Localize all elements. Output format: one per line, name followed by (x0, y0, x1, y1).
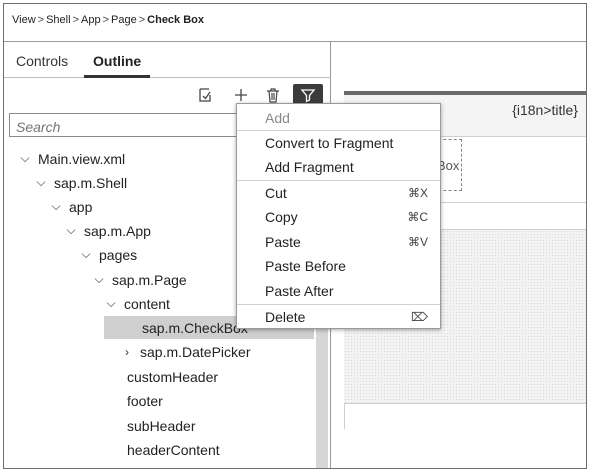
tree-node-label: content (124, 295, 170, 312)
menu-item-label: Convert to Fragment (265, 134, 394, 151)
tree-node-custom-header[interactable]: customHeader (127, 365, 218, 388)
tree-node-sap-m-app[interactable]: ⌵ sap.m.App (64, 219, 151, 242)
menu-item-label: Add (265, 109, 290, 126)
context-menu: Add Convert to Fragment Add Fragment Cut… (236, 103, 441, 329)
tree-node-datepicker[interactable]: › sap.m.DatePicker (120, 340, 250, 363)
tree-node-label: sap.m.Shell (54, 174, 128, 191)
chevron-down-icon[interactable]: ⌵ (79, 247, 93, 262)
chevron-down-icon[interactable]: ⌵ (18, 151, 32, 166)
menu-item-copy[interactable]: Copy ⌘C (237, 205, 440, 228)
menu-shortcut-copy: ⌘C (407, 209, 428, 224)
breadcrumb-separator: > (102, 14, 110, 26)
menu-item-add-fragment[interactable]: Add Fragment (237, 155, 440, 178)
tree-node-pages[interactable]: ⌵ pages (79, 243, 137, 266)
tree-node-label: app (69, 198, 93, 215)
menu-item-convert-to-fragment[interactable]: Convert to Fragment (237, 131, 440, 154)
tree-node-label: pages (99, 246, 138, 263)
chevron-down-icon[interactable]: ⌵ (92, 272, 106, 287)
tree-node-content[interactable]: ⌵ content (104, 292, 170, 315)
chevron-down-icon[interactable]: ⌵ (49, 199, 63, 214)
tree-node-label: subHeader (127, 417, 196, 434)
tab-outline[interactable]: Outline (93, 53, 141, 69)
tree-node-label: sap.m.CheckBox (142, 319, 248, 336)
breadcrumb: View > Shell > App > Page > Check Box (4, 4, 586, 42)
tree-node-label: footer (127, 392, 163, 409)
menu-item-label: Cut (265, 184, 287, 201)
tree-node-label: customHeader (127, 368, 219, 385)
menu-item-paste-after[interactable]: Paste After (237, 279, 440, 302)
tree-node-footer[interactable]: footer (127, 389, 163, 412)
tree-node-header-content[interactable]: headerContent (127, 438, 220, 461)
menu-item-paste[interactable]: Paste ⌘V (237, 230, 440, 253)
menu-item-delete[interactable]: Delete ⌦ (237, 305, 440, 328)
tab-controls[interactable]: Controls (16, 53, 68, 69)
breadcrumb-separator: > (37, 14, 45, 26)
breadcrumb-separator: > (72, 14, 79, 26)
canvas-page-title: {i18n>title} (512, 102, 578, 118)
tree-node-label: sap.m.Page (112, 271, 187, 288)
menu-item-label: Paste Before (265, 257, 346, 274)
breadcrumb-item-shell[interactable]: Shell (46, 14, 70, 26)
chevron-down-icon[interactable]: ⌵ (64, 223, 78, 238)
chevron-down-icon[interactable]: ⌵ (104, 296, 118, 311)
menu-shortcut-cut: ⌘X (407, 185, 428, 200)
tree-node-sub-header[interactable]: subHeader (127, 414, 196, 437)
app-window: View > Shell > App > Page > Check Box Controls O… (3, 3, 587, 469)
panel-tabs: Controls Outline (4, 42, 331, 78)
menu-item-cut[interactable]: Cut ⌘X (237, 181, 440, 204)
breadcrumb-item-app[interactable]: App (81, 14, 101, 26)
menu-item-label: Copy (265, 208, 298, 225)
delete-key-icon: ⌦ (411, 309, 428, 324)
breadcrumb-item-page[interactable]: Page (111, 14, 137, 26)
menu-item-label: Add Fragment (265, 158, 354, 175)
tree-node-label: sap.m.DatePicker (140, 343, 251, 360)
tree-node-main-view[interactable]: ⌵ Main.view.xml (18, 147, 125, 170)
collapse-all-icon[interactable] (194, 84, 216, 106)
tree-node-app[interactable]: ⌵ app (49, 195, 92, 218)
tree-node-sap-m-page[interactable]: ⌵ sap.m.Page (92, 268, 187, 291)
menu-item-label: Paste After (265, 282, 334, 299)
menu-item-add: Add (237, 106, 440, 129)
breadcrumb-item-view[interactable]: View (12, 14, 36, 26)
tree-node-shell[interactable]: ⌵ sap.m.Shell (34, 171, 127, 194)
breadcrumb-current: Check Box (147, 14, 205, 26)
tree-node-label: sap.m.App (84, 222, 151, 239)
chevron-down-icon[interactable]: ⌵ (34, 175, 48, 190)
tree-node-label: Main.view.xml (38, 150, 126, 167)
menu-shortcut-paste: ⌘V (407, 234, 428, 249)
menu-item-label: Delete (265, 308, 306, 325)
chevron-right-icon[interactable]: › (120, 345, 134, 359)
menu-item-label: Paste (265, 233, 301, 250)
breadcrumb-separator: > (138, 14, 146, 26)
menu-item-paste-before[interactable]: Paste Before (237, 254, 440, 277)
tree-node-label: headerContent (127, 441, 220, 458)
